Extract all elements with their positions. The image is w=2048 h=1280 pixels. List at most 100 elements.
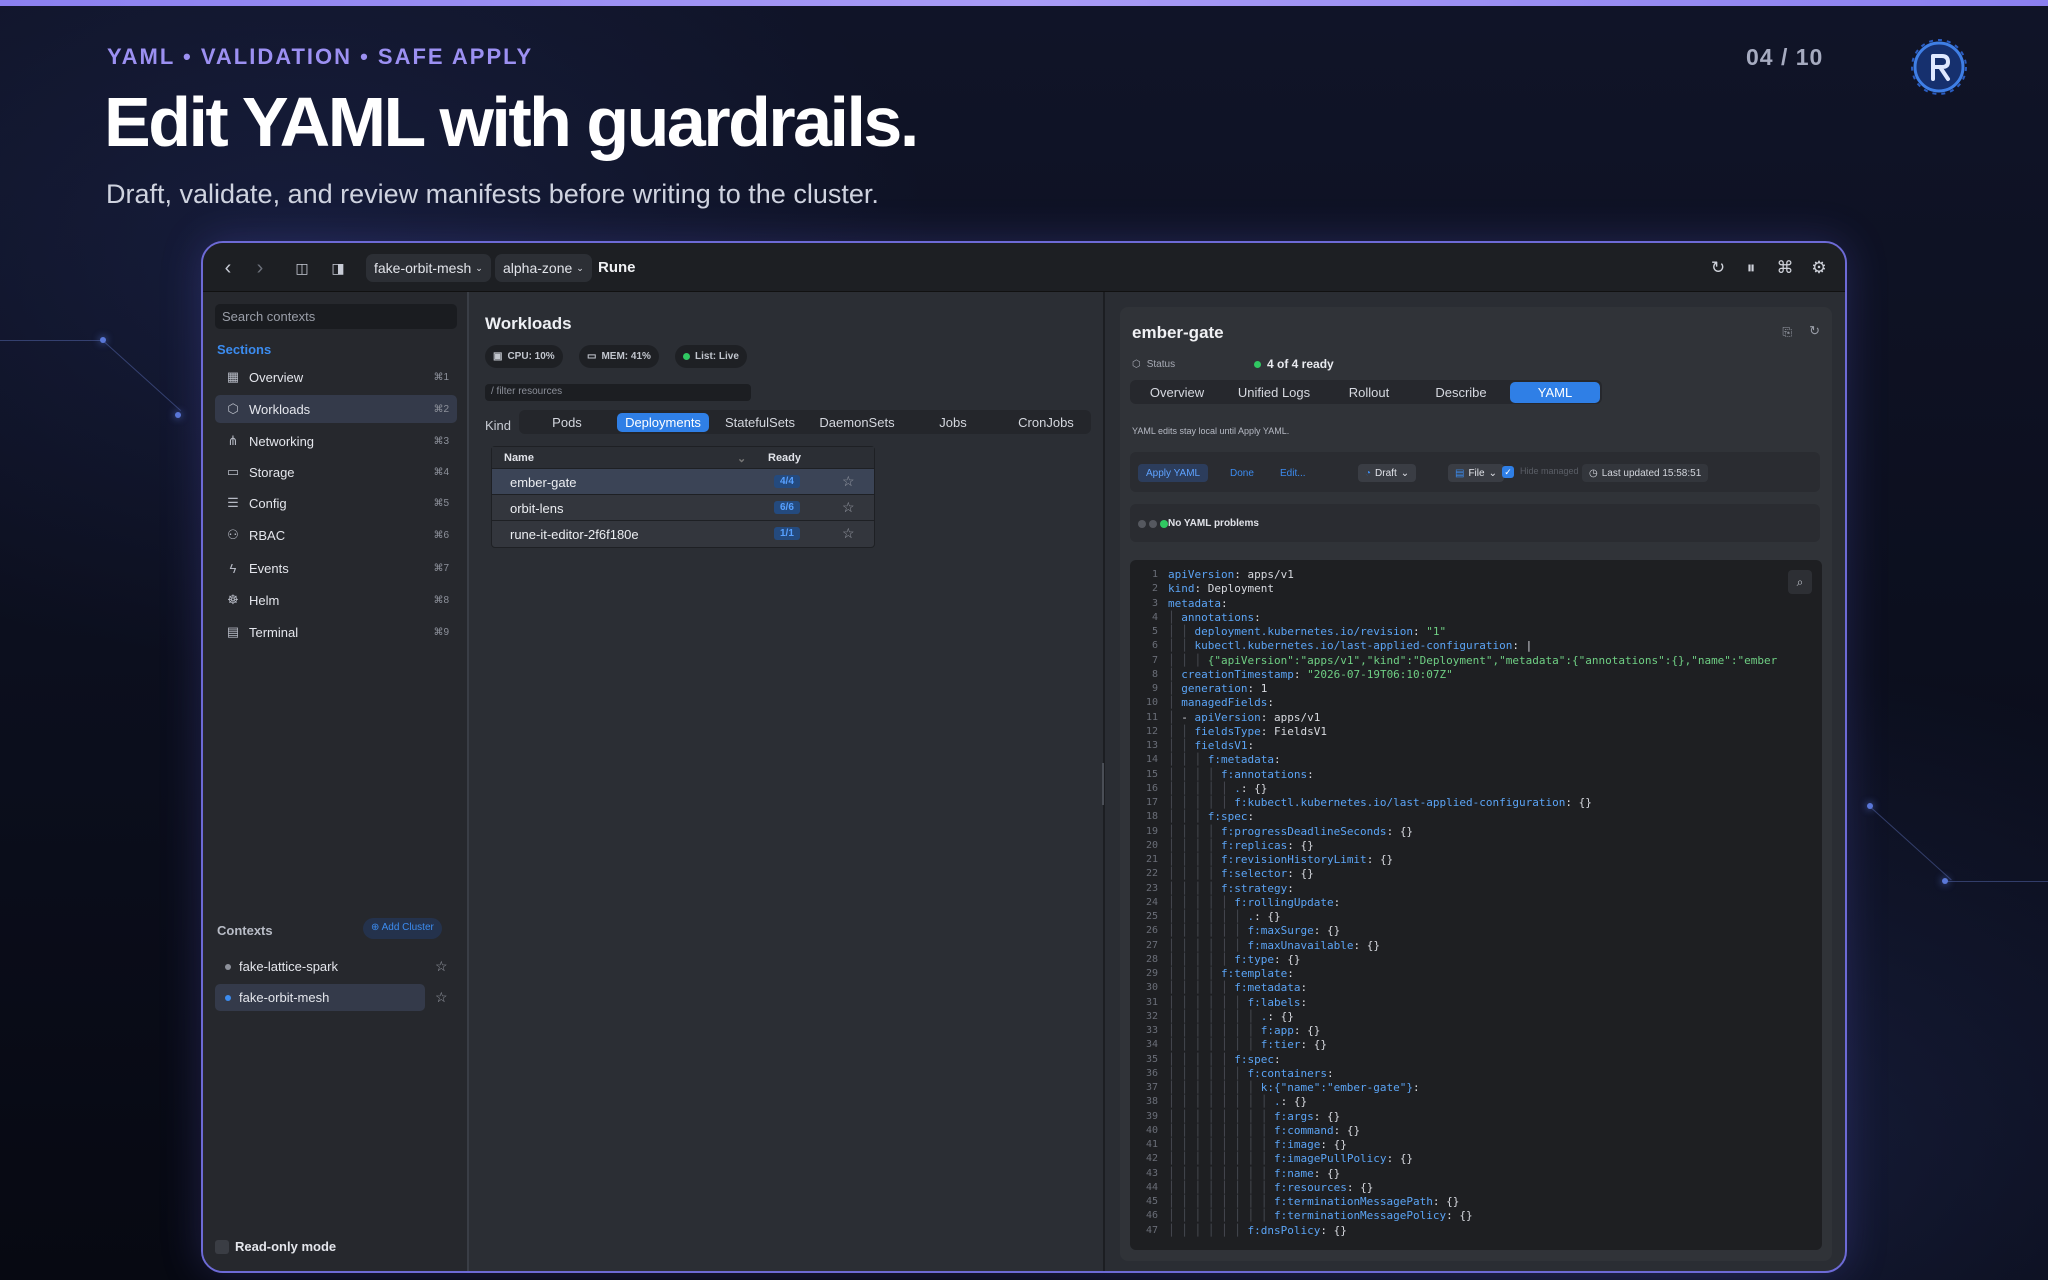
- table-row[interactable]: rune-it-editor-2f6f180e 1/1 ☆: [492, 521, 874, 547]
- sidebar-item-terminal[interactable]: ▤ Terminal ⌘9: [215, 618, 457, 646]
- indent-guide: │: [1168, 610, 1182, 624]
- search-icon[interactable]: ⌕: [1788, 570, 1812, 594]
- yaml-key: f:args: [1273, 1109, 1314, 1123]
- apply-yaml-button[interactable]: Apply YAML: [1138, 464, 1209, 482]
- done-button[interactable]: Done: [1222, 464, 1262, 482]
- tab-pods[interactable]: Pods: [523, 413, 611, 432]
- yaml-key: deployment.kubernetes.io/revision: [1194, 625, 1414, 638]
- command-icon[interactable]: ⌘: [1774, 257, 1796, 279]
- sidebar-item-networking[interactable]: ⋔ Networking ⌘3: [215, 427, 457, 455]
- star-icon[interactable]: ☆: [435, 958, 448, 975]
- code-line: │ │ │ │ f:progressDeadlineSeconds: {}: [1168, 825, 1818, 839]
- code-line: │ │ kubectl.kubernetes.io/last-applied-c…: [1168, 639, 1818, 653]
- yaml-key: f:command: [1273, 1123, 1334, 1137]
- sidebar-item-label: Terminal: [249, 624, 299, 640]
- line-number: 22: [1145, 868, 1158, 880]
- draft-dropdown[interactable]: ◔ Draft ⌄: [1358, 464, 1417, 482]
- tab-rollout[interactable]: Rollout: [1326, 382, 1412, 403]
- tab-daemonsets[interactable]: DaemonSets: [811, 413, 903, 432]
- kind-segmented-control: Pods Deployments StatefulSets DaemonSets…: [519, 410, 1091, 434]
- sidebar-item-helm[interactable]: ☸ Helm ⌘8: [215, 586, 457, 614]
- tab-statefulsets[interactable]: StatefulSets: [715, 413, 805, 432]
- star-icon[interactable]: ☆: [842, 525, 855, 542]
- yaml-colon: :: [1313, 1166, 1327, 1180]
- reload-icon[interactable]: ↻: [1809, 323, 1820, 339]
- yaml-colon: :: [1446, 1209, 1460, 1223]
- yaml-colon: :: [1313, 1109, 1327, 1123]
- status-text: 4 of 4 ready: [1267, 357, 1334, 371]
- status-dot: [1254, 360, 1261, 368]
- table-row[interactable]: orbit-lens 6/6 ☆: [492, 495, 874, 521]
- sidebar-item-config[interactable]: ☰ Config ⌘5: [215, 489, 457, 517]
- read-only-toggle[interactable]: Read-only mode: [215, 1239, 336, 1254]
- sidebar-item-storage[interactable]: ▭ Storage ⌘4: [215, 458, 457, 486]
- draft-icon: ◔: [1365, 467, 1372, 479]
- pause-icon[interactable]: ⏸: [1740, 257, 1762, 279]
- code-line: kind: Deployment: [1168, 582, 1818, 596]
- page-title: Workloads: [485, 314, 572, 333]
- yaml-value: {}: [1346, 1123, 1361, 1137]
- edit-button[interactable]: Edit...: [1272, 464, 1314, 482]
- sort-icon[interactable]: ⌄: [737, 452, 746, 465]
- line-number: 15: [1145, 768, 1158, 780]
- file-dropdown[interactable]: ▤ File ⌄: [1448, 464, 1504, 482]
- tab-unified-logs[interactable]: Unified Logs: [1224, 382, 1324, 403]
- checkbox[interactable]: [215, 1239, 229, 1254]
- yaml-key: f:annotations: [1220, 767, 1308, 781]
- line-number: 41: [1145, 1139, 1158, 1150]
- sidebar-item-events[interactable]: ϟ Events ⌘7: [215, 554, 457, 582]
- yaml-colon: :: [1333, 895, 1347, 909]
- tab-jobs[interactable]: Jobs: [909, 413, 997, 432]
- sidebar-toggle-icon[interactable]: ◫: [291, 255, 313, 281]
- namespace-selector[interactable]: alpha-zone ⌄: [495, 254, 592, 282]
- context-item[interactable]: fake-lattice-spark: [215, 953, 425, 980]
- sidebar-item-label: Helm: [249, 592, 280, 608]
- yaml-colon: :: [1313, 924, 1327, 938]
- sidebar-item-workloads[interactable]: ⬡ Workloads ⌘2: [215, 395, 457, 423]
- problems-label: No YAML problems: [1168, 518, 1259, 529]
- sidebar-item-overview[interactable]: ▦ Overview ⌘1: [215, 363, 457, 391]
- filter-resources-input[interactable]: / filter resources: [485, 384, 751, 401]
- column-name[interactable]: Name: [504, 452, 534, 464]
- add-cluster-button[interactable]: ⊕ Add Cluster: [363, 918, 442, 939]
- search-contexts-input[interactable]: Search contexts: [215, 304, 457, 329]
- row-name: ember-gate: [510, 475, 577, 490]
- workloads-panel: Workloads ▣ CPU: 10% ▭ MEM: 41% List: Live…: [469, 292, 1105, 1271]
- inspector-toggle-icon[interactable]: ◨: [327, 255, 349, 281]
- column-ready[interactable]: Ready: [768, 452, 801, 464]
- yaml-editor[interactable]: 1 2 3 4 5 6 7 8 9 10 11 12 13 14 15 16 17 18 19 20 21 22 23 24 2…: [1130, 560, 1822, 1250]
- line-number: 4: [1151, 611, 1158, 623]
- tab-describe[interactable]: Describe: [1414, 382, 1508, 403]
- yaml-value: {}: [1326, 924, 1341, 938]
- list-marker: -: [1181, 710, 1195, 724]
- slide-counter: 04 / 10: [1746, 44, 1824, 70]
- refresh-icon[interactable]: ↻: [1707, 257, 1729, 279]
- yaml-key: generation: [1181, 682, 1248, 695]
- yaml-key: f:type: [1234, 952, 1274, 966]
- forward-icon[interactable]: ›: [249, 255, 271, 281]
- tab-deployments[interactable]: Deployments: [617, 413, 709, 432]
- pane-resize-handle[interactable]: [1102, 763, 1104, 805]
- cluster-selector[interactable]: fake-orbit-mesh ⌄: [366, 254, 491, 282]
- line-number: 30: [1145, 982, 1158, 994]
- yaml-value: {}: [1379, 853, 1394, 866]
- copy-icon[interactable]: ⎘: [1782, 325, 1792, 340]
- tab-yaml[interactable]: YAML: [1510, 382, 1600, 403]
- back-icon[interactable]: ‹: [217, 255, 239, 281]
- gear-icon[interactable]: ⚙: [1808, 257, 1830, 279]
- star-icon[interactable]: ☆: [842, 473, 855, 490]
- tab-cronjobs[interactable]: CronJobs: [1003, 413, 1089, 432]
- tab-overview[interactable]: Overview: [1132, 382, 1222, 403]
- yaml-colon: :: [1220, 596, 1235, 610]
- star-icon[interactable]: ☆: [842, 499, 855, 516]
- indent-guide: │ │ │ │ │ │ │: [1168, 1009, 1261, 1023]
- yaml-code[interactable]: apiVersion: apps/v1 kind: Deployment metad…: [1168, 568, 1818, 1238]
- table-row[interactable]: ember-gate 4/4 ☆: [492, 469, 874, 495]
- star-icon[interactable]: ☆: [435, 989, 448, 1006]
- line-number: 19: [1145, 825, 1158, 837]
- context-item[interactable]: fake-orbit-mesh: [215, 984, 425, 1011]
- hide-managed-checkbox[interactable]: ✓: [1502, 466, 1514, 478]
- sidebar-item-rbac[interactable]: ⚇ RBAC ⌘6: [215, 521, 457, 549]
- status-value: 4 of 4 ready: [1254, 357, 1334, 371]
- context-status-dot: [225, 963, 231, 970]
